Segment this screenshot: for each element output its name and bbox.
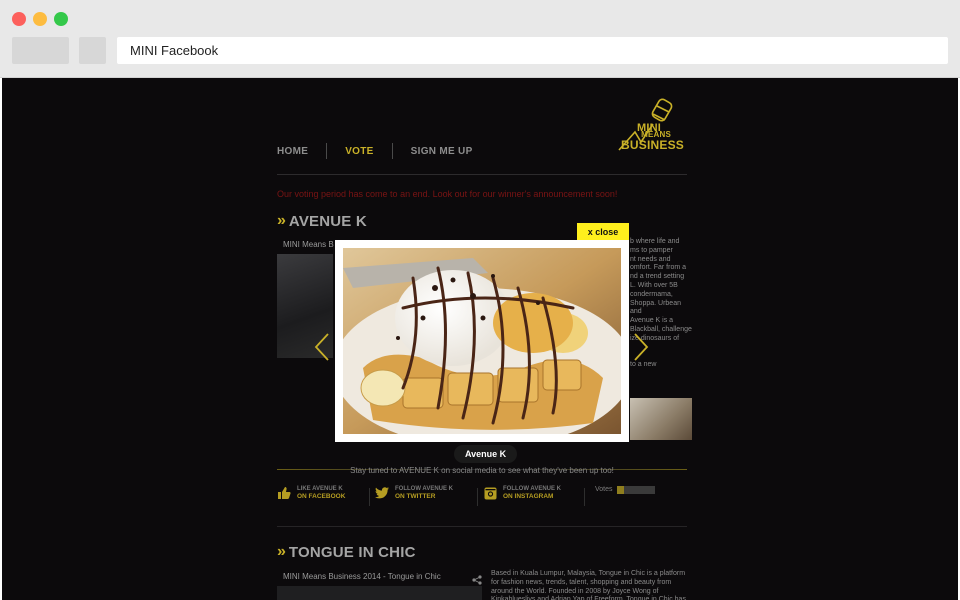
gallery-thumbnail[interactable]	[630, 398, 692, 440]
section-divider	[277, 526, 687, 527]
entry-description: Based in Kuala Lumpur, Malaysia, Tongue …	[491, 570, 686, 600]
nav-vote[interactable]: VOTE	[345, 146, 373, 157]
nav-separator	[326, 143, 328, 159]
main-nav: HOME VOTE SIGN ME UP	[277, 142, 473, 160]
entry-title-tongue-in-chic: » TONGUE IN CHIC	[277, 543, 416, 561]
votes-label: Votes	[595, 486, 613, 493]
lightbox-caption: Avenue K	[454, 445, 518, 463]
instagram-link-top: FOLLOW AVENUE K	[503, 486, 561, 492]
modal-close-button[interactable]: x close	[577, 223, 629, 241]
nav-home[interactable]: HOME	[277, 146, 308, 157]
twitter-link-bottom: ON TWITTER	[395, 493, 436, 500]
votes-progress-bar	[617, 486, 655, 494]
address-bar[interactable]: MINI Facebook	[117, 37, 948, 64]
double-chevron-icon: »	[277, 212, 286, 229]
entry-video-title: MINI Means B	[283, 240, 334, 249]
voting-ended-notice: Our voting period has come to an end. Lo…	[277, 189, 618, 199]
facebook-like-link[interactable]: LIKE AVENUE K ON FACEBOOK	[277, 486, 345, 501]
social-separator	[369, 488, 370, 506]
logo-line-3: BUSINESS	[621, 138, 684, 152]
browser-window: MINI Facebook MINI MEANS BUSINESS HOME V…	[0, 0, 960, 600]
next-image-arrow[interactable]	[632, 332, 650, 362]
stay-tuned-text: Stay tuned to AVENUE K on social media t…	[350, 466, 614, 475]
thumbs-up-icon	[277, 486, 291, 500]
votes-progress-fill	[617, 486, 624, 494]
social-separator	[584, 488, 585, 506]
close-window-button[interactable]	[12, 12, 26, 26]
twitter-bird-icon	[375, 486, 389, 500]
mini-means-business-logo[interactable]: MINI MEANS BUSINESS	[617, 92, 689, 156]
entry-video-title: MINI Means Business 2014 - Tongue in Chi…	[283, 572, 441, 581]
back-forward-buttons[interactable]	[12, 37, 69, 64]
browser-toolbar: MINI Facebook	[0, 0, 960, 78]
entry-title-avenue-k: » AVENUE K	[277, 212, 367, 230]
page-viewport: MINI MEANS BUSINESS HOME VOTE SIGN ME UP…	[2, 78, 958, 600]
facebook-link-bottom: ON FACEBOOK	[297, 493, 346, 500]
previous-image-arrow[interactable]	[313, 332, 331, 362]
image-lightbox	[335, 240, 629, 442]
facebook-link-top: LIKE AVENUE K	[297, 486, 343, 492]
nav-divider	[277, 174, 687, 175]
share-icon[interactable]	[472, 572, 482, 585]
nav-separator	[391, 143, 393, 159]
twitter-link-top: FOLLOW AVENUE K	[395, 486, 453, 492]
nav-sign-me-up[interactable]: SIGN ME UP	[411, 146, 473, 157]
instagram-follow-link[interactable]: FOLLOW AVENUE K ON INSTAGRAM	[483, 486, 561, 501]
entry-video-thumbnail[interactable]	[277, 586, 482, 600]
entry-title: AVENUE K	[288, 212, 367, 230]
double-chevron-icon: »	[277, 543, 286, 560]
social-separator	[477, 488, 478, 506]
twitter-follow-link[interactable]: FOLLOW AVENUE K ON TWITTER	[375, 486, 453, 501]
instagram-link-bottom: ON INSTAGRAM	[503, 493, 554, 500]
minimize-window-button[interactable]	[33, 12, 47, 26]
entry-title: TONGUE IN CHIC	[288, 543, 416, 561]
instagram-camera-icon	[483, 486, 497, 500]
reload-button[interactable]	[79, 37, 106, 64]
lightbox-photo	[343, 248, 621, 434]
maximize-window-button[interactable]	[54, 12, 68, 26]
social-links-row: LIKE AVENUE K ON FACEBOOK FOLLOW AVENUE K…	[277, 486, 692, 508]
